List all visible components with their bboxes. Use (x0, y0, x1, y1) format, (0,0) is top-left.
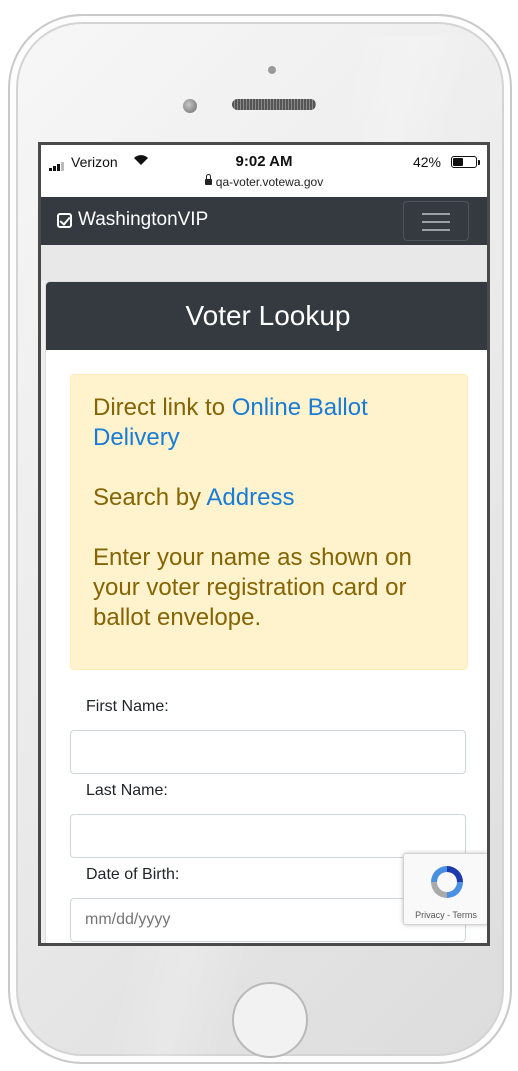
last-name-label: Last Name: (86, 782, 168, 799)
phone-screen: Verizon 9:02 AM 42% qa-voter.votewa.gov … (38, 142, 490, 946)
info-alert: Direct link to Online Ballot Delivery Se… (70, 374, 468, 670)
hamburger-menu-button[interactable] (403, 201, 469, 241)
first-name-label: First Name: (86, 698, 169, 715)
hamburger-menu-icon (422, 213, 450, 215)
lock-icon (204, 174, 212, 185)
url-text: qa-voter.votewa.gov (215, 175, 324, 189)
address-search-link[interactable]: Address (206, 484, 294, 511)
check-square-icon (57, 212, 72, 228)
voter-lookup-card: Voter Lookup Direct link to Online Ballo… (45, 281, 487, 943)
status-bar: Verizon 9:02 AM 42% qa-voter.votewa.gov (41, 145, 487, 197)
front-camera (183, 99, 197, 113)
battery-icon (451, 156, 480, 168)
date-of-birth-label: Date of Birth: (86, 866, 180, 883)
proximity-sensor (268, 66, 276, 74)
home-button[interactable] (232, 982, 308, 1058)
recaptcha-badge[interactable]: Privacy - Terms (403, 853, 487, 925)
last-name-input[interactable] (70, 814, 466, 858)
page-background (41, 245, 487, 281)
navbar: WashingtonVIP (41, 197, 487, 245)
card-title: Voter Lookup (46, 282, 487, 350)
brand-link[interactable]: WashingtonVIP (57, 209, 208, 231)
address-bar[interactable]: qa-voter.votewa.gov (41, 174, 487, 189)
battery-percentage: 42% (412, 154, 441, 170)
recaptcha-icon (431, 866, 463, 898)
search-address-line: Search by Address (93, 484, 295, 511)
earpiece-speaker (232, 99, 316, 110)
brand-name: WashingtonVIP (78, 209, 209, 230)
online-ballot-line: Direct link to Online Ballot Delivery (93, 394, 368, 451)
privacy-terms-links[interactable]: Privacy - Terms (404, 910, 487, 920)
instructions-text: Enter your name as shown on your voter r… (93, 544, 412, 631)
first-name-input[interactable] (70, 730, 466, 774)
